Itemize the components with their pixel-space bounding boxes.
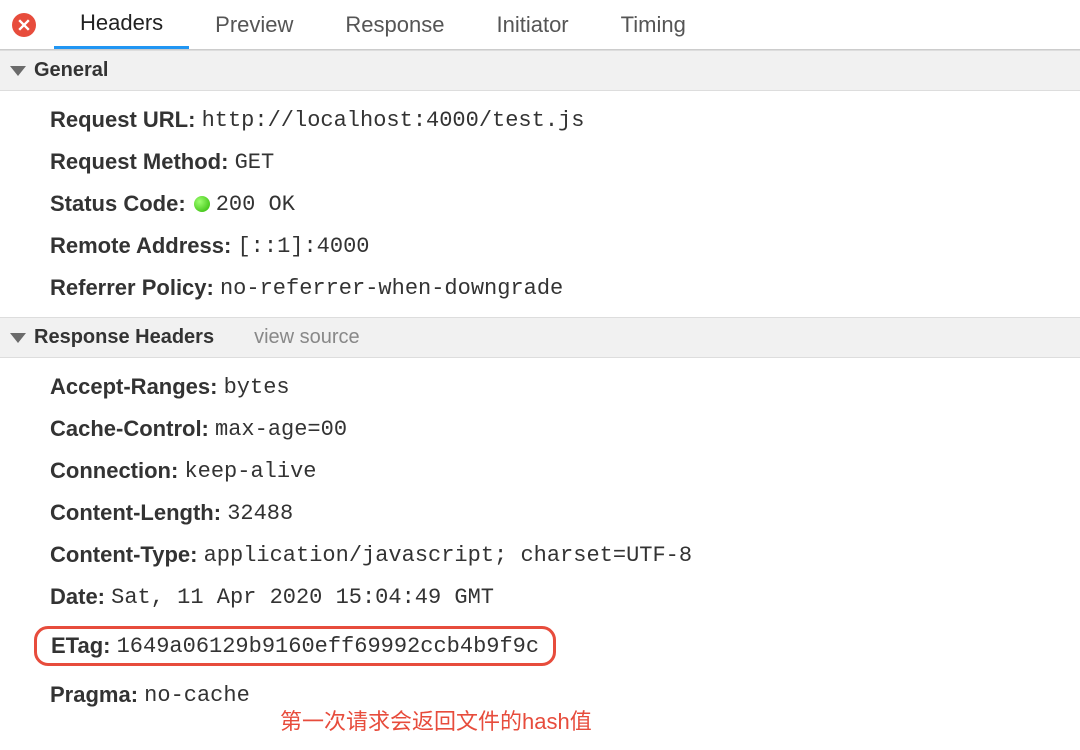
date-label: Date:	[50, 584, 105, 610]
network-panel-tabs: Headers Preview Response Initiator Timin…	[0, 0, 1080, 50]
request-url-value: http://localhost:4000/test.js	[202, 108, 585, 133]
tab-timing[interactable]: Timing	[595, 0, 712, 49]
cache-control-label: Cache-Control:	[50, 416, 209, 442]
content-length-row: Content-Length: 32488	[50, 492, 1080, 534]
request-method-label: Request Method:	[50, 149, 228, 175]
etag-value: 1649a06129b9160eff69992ccb4b9f9c	[117, 634, 539, 659]
accept-ranges-label: Accept-Ranges:	[50, 374, 217, 400]
accept-ranges-row: Accept-Ranges: bytes	[50, 366, 1080, 408]
request-url-label: Request URL:	[50, 107, 195, 133]
content-length-label: Content-Length:	[50, 500, 221, 526]
date-row: Date: Sat, 11 Apr 2020 15:04:49 GMT	[50, 576, 1080, 618]
etag-annotation: 第一次请求会返回文件的hash值	[280, 704, 1080, 742]
tab-headers[interactable]: Headers	[54, 0, 189, 49]
section-title: General	[34, 59, 108, 82]
remote-address-row: Remote Address: [::1]:4000	[50, 225, 1080, 267]
remote-address-value: [::1]:4000	[237, 234, 369, 259]
content-type-row: Content-Type: application/javascript; ch…	[50, 534, 1080, 576]
request-method-value: GET	[235, 150, 275, 175]
section-general[interactable]: General	[0, 50, 1080, 91]
etag-highlight: ETag: 1649a06129b9160eff69992ccb4b9f9c	[34, 626, 556, 666]
chevron-down-icon	[10, 66, 26, 76]
cache-control-row: Cache-Control: max-age=00	[50, 408, 1080, 450]
pragma-label: Pragma:	[50, 682, 138, 708]
content-type-value: application/javascript; charset=UTF-8	[204, 543, 692, 568]
date-value: Sat, 11 Apr 2020 15:04:49 GMT	[111, 585, 494, 610]
connection-label: Connection:	[50, 458, 178, 484]
section-title: Response Headers	[34, 326, 214, 349]
content-type-label: Content-Type:	[50, 542, 197, 568]
request-url-row: Request URL: http://localhost:4000/test.…	[50, 99, 1080, 141]
request-method-row: Request Method: GET	[50, 141, 1080, 183]
remote-address-label: Remote Address:	[50, 233, 231, 259]
status-code-row: Status Code: 200 OK	[50, 183, 1080, 225]
tab-response[interactable]: Response	[319, 0, 470, 49]
connection-row: Connection: keep-alive	[50, 450, 1080, 492]
referrer-policy-label: Referrer Policy:	[50, 275, 214, 301]
tab-initiator[interactable]: Initiator	[470, 0, 594, 49]
referrer-policy-row: Referrer Policy: no-referrer-when-downgr…	[50, 267, 1080, 309]
tab-preview[interactable]: Preview	[189, 0, 319, 49]
response-headers-body: Accept-Ranges: bytes Cache-Control: max-…	[0, 358, 1080, 750]
general-body: Request URL: http://localhost:4000/test.…	[0, 91, 1080, 317]
referrer-policy-value: no-referrer-when-downgrade	[220, 276, 563, 301]
etag-label: ETag:	[51, 633, 110, 659]
cache-control-value: max-age=00	[215, 417, 347, 442]
view-source-link[interactable]: view source	[254, 326, 360, 349]
connection-value: keep-alive	[184, 459, 316, 484]
status-code-label: Status Code:	[50, 191, 186, 217]
content-length-value: 32488	[227, 501, 293, 526]
chevron-down-icon	[10, 333, 26, 343]
pragma-value: no-cache	[144, 683, 250, 708]
section-response-headers[interactable]: Response Headers view source	[0, 317, 1080, 358]
accept-ranges-value: bytes	[224, 375, 290, 400]
status-ok-icon	[194, 196, 210, 212]
status-code-value: 200 OK	[216, 192, 295, 217]
etag-row: ETag: 1649a06129b9160eff69992ccb4b9f9c	[50, 618, 1080, 674]
close-icon[interactable]	[12, 13, 36, 37]
